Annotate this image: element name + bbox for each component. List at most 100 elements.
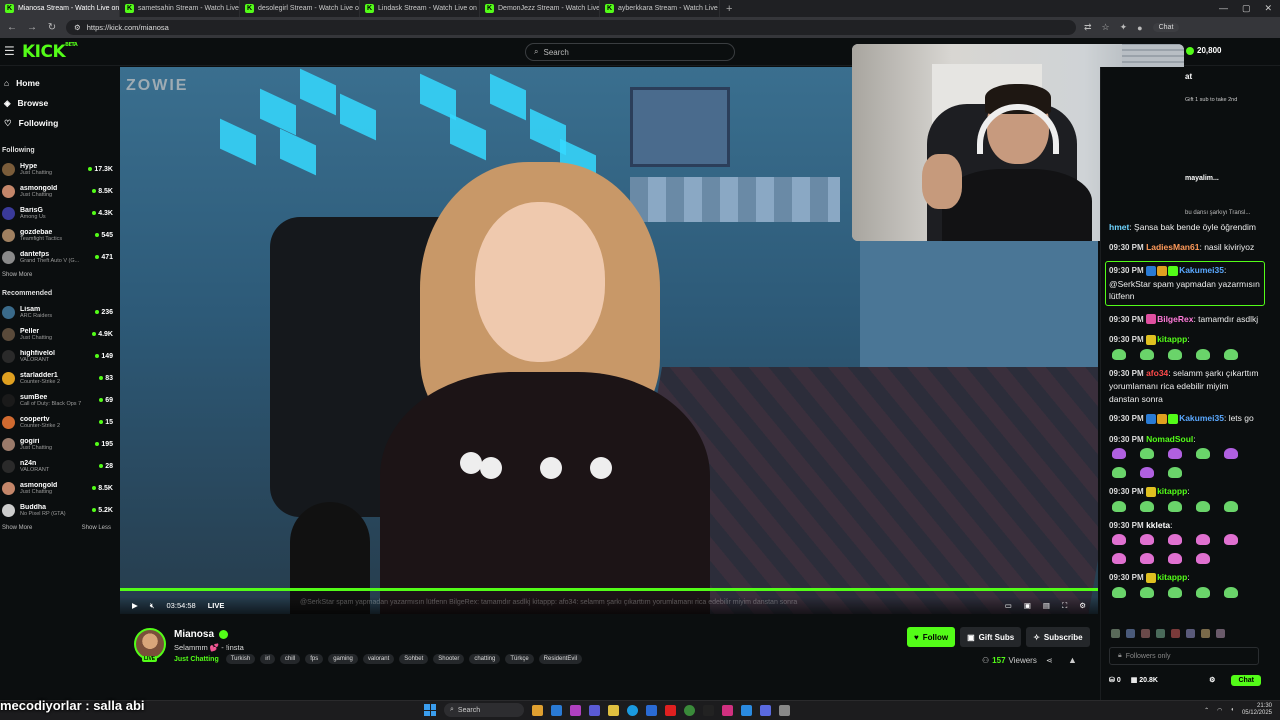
nav-following[interactable]: ♡ Following — [0, 113, 117, 133]
pip-icon[interactable]: ▣ — [1024, 601, 1031, 611]
bookmark-star-icon[interactable]: ☆ — [1102, 22, 1110, 33]
chat-message[interactable]: 09:30 PM kitappp: — [1109, 571, 1261, 598]
clip-icon[interactable]: ▤ — [1043, 601, 1050, 611]
close-icon[interactable]: ✕ — [1264, 3, 1272, 14]
sidebar-channel[interactable]: asmongold Just Chatting 8.5K — [0, 180, 117, 202]
folder-icon[interactable] — [608, 704, 619, 716]
stream-tag[interactable]: valorant — [362, 654, 395, 664]
sidebar-channel[interactable]: Buddha No Pixel RP (GTA) 5.2K — [0, 499, 117, 521]
stream-tag[interactable]: Türkçe — [505, 654, 534, 664]
sidebar-channel[interactable]: Peller Just Chatting 4.9K — [0, 323, 117, 345]
emote-icon[interactable] — [1126, 629, 1135, 638]
sidebar-channel[interactable]: gozdebae Teamfight Tactics 545 — [0, 224, 117, 246]
chat-message[interactable]: 09:30 PM LadiesMan61: nasil kiviriyoz — [1109, 241, 1261, 255]
chat-message[interactable]: 09:30 PM NomadSoul: — [1109, 433, 1261, 478]
browser-tab[interactable]: Kdesolegirl Stream - Watch Live o× — [240, 0, 360, 17]
stream-tag[interactable]: Sohbet — [399, 654, 429, 664]
start-icon[interactable] — [424, 704, 436, 716]
browser-tab[interactable]: Kayberkkara Stream - Watch Live o× — [600, 0, 720, 17]
stream-tag[interactable]: Shooter — [433, 654, 465, 664]
chat-message[interactable]: 09:30 PM Kakumei35: @SerkStar spam yapma… — [1105, 261, 1265, 306]
chat-username[interactable]: kitappp — [1157, 334, 1187, 344]
show-more-recommended[interactable]: Show More — [2, 525, 32, 531]
pinned-message[interactable]: mayalim... — [1185, 175, 1219, 182]
fullscreen-icon[interactable]: ⛶ — [1062, 601, 1067, 611]
sidebar-channel[interactable]: dantefps Grand Theft Auto V (G... 471 — [0, 246, 117, 268]
translate-icon[interactable]: ⇄ — [1084, 22, 1092, 33]
sidebar-channel[interactable]: starladder1 Counter-Strike 2 83 — [0, 367, 117, 389]
volume-icon[interactable]: 🔇︎ — [150, 601, 155, 611]
stream-tag[interactable]: irl — [260, 654, 275, 664]
stream-tag[interactable]: gaming — [328, 654, 358, 664]
points-display[interactable]: 20,800 — [1186, 46, 1221, 55]
forward-icon[interactable]: → — [26, 22, 38, 33]
video-progress-bar[interactable] — [120, 588, 1098, 591]
sidebar-channel[interactable]: coopertv Counter-Strike 2 15 — [0, 411, 117, 433]
report-icon[interactable]: ▲ — [1068, 655, 1077, 665]
sidebar-channel[interactable]: gogiri Just Chatting 195 — [0, 433, 117, 455]
chrome-icon[interactable] — [684, 704, 695, 716]
follow-button[interactable]: ♥ Follow — [907, 627, 956, 647]
chat-message[interactable]: 09:30 PM kkleta: — [1109, 519, 1261, 564]
browser-tab[interactable]: KLindask Stream - Watch Live on K× — [360, 0, 480, 17]
emote-icon[interactable] — [1201, 629, 1210, 638]
chat-username[interactable]: kitappp — [1157, 486, 1187, 496]
chat-message[interactable]: 09:30 PM BilgeRex: tamamdır asdlkj — [1109, 313, 1261, 327]
chat-message[interactable]: 09:30 PM afo34: selamm şarkı çıkarttım y… — [1109, 367, 1261, 406]
discord-icon[interactable] — [760, 704, 771, 716]
chat-username[interactable]: LadiesMan61 — [1146, 242, 1199, 252]
sidebar-channel[interactable]: asmongold Just Chatting 8.5K — [0, 477, 117, 499]
chevron-up-icon[interactable]: ⌃ — [1204, 707, 1209, 714]
app-icon[interactable] — [741, 704, 752, 716]
url-field[interactable]: ⚙ https://kick.com/mianosa — [66, 20, 1076, 35]
emote-icon[interactable] — [1171, 629, 1180, 638]
maximize-icon[interactable]: ▢ — [1242, 3, 1251, 14]
emote-icon[interactable] — [1186, 629, 1195, 638]
youtube-icon[interactable] — [665, 704, 676, 716]
chat-username[interactable]: hmet — [1109, 222, 1129, 232]
chat-username[interactable]: BilgeRex — [1157, 314, 1193, 324]
emote-icon[interactable] — [1141, 629, 1150, 638]
wifi-icon[interactable]: ◠ — [1217, 707, 1222, 714]
settings-icon[interactable]: ⚙ — [1079, 601, 1086, 611]
chat-settings-icon[interactable]: ⚙ — [1209, 676, 1215, 684]
streamer-name[interactable]: Mianosa — [174, 629, 214, 640]
chat-username[interactable]: Kakumei35 — [1179, 413, 1224, 423]
chat-input[interactable]: 🔒︎ Followers only — [1109, 647, 1259, 665]
chat-username[interactable]: afo34 — [1146, 368, 1168, 378]
category-link[interactable]: Just Chatting — [174, 656, 219, 663]
kick-logo[interactable]: KICKBETA — [22, 42, 78, 62]
nav-home[interactable]: ⌂ Home — [0, 73, 117, 93]
sidebar-channel[interactable]: Lisam ARC Raiders 236 — [0, 301, 117, 323]
browser-tab[interactable]: KMianosa Stream - Watch Live on× — [0, 0, 120, 17]
site-info-icon[interactable]: ⚙ — [74, 23, 81, 32]
share-icon[interactable]: ⋖ — [1046, 656, 1053, 665]
emote-icon[interactable] — [1156, 629, 1165, 638]
instagram-icon[interactable] — [722, 704, 733, 716]
theater-icon[interactable]: ▭ — [1005, 601, 1012, 611]
back-icon[interactable]: ← — [6, 22, 18, 33]
sub-count[interactable]: ▦ 20.8K — [1131, 676, 1158, 684]
extensions-icon[interactable]: ✦ — [1120, 22, 1128, 33]
stream-tag[interactable]: ResidentEvil — [538, 654, 583, 664]
new-tab-icon[interactable]: + — [720, 3, 738, 15]
emote-icon[interactable] — [1111, 629, 1120, 638]
gift-subs-button[interactable]: ▣ Gift Subs — [960, 627, 1022, 647]
nav-browse[interactable]: ◈ Browse — [0, 93, 117, 113]
gift-leaderboard-text[interactable]: Gift 1 sub to take 2nd — [1185, 97, 1265, 103]
profile-icon[interactable]: ● — [1137, 23, 1142, 33]
edge-icon[interactable] — [627, 704, 638, 716]
chat-username[interactable]: Kakumei35 — [1179, 265, 1224, 275]
stream-tag[interactable]: fps — [305, 654, 324, 664]
app-icon[interactable] — [589, 704, 600, 716]
minimize-icon[interactable]: — — [1219, 3, 1228, 14]
app-icon[interactable] — [646, 704, 657, 716]
app-icon[interactable] — [551, 704, 562, 716]
taskbar-search[interactable]: ⌕ Search — [444, 703, 524, 717]
sidebar-channel[interactable]: BarisG Among Us 4.3K — [0, 202, 117, 224]
sidebar-channel[interactable]: highfivelol VALORANT 149 — [0, 345, 117, 367]
browser-tab[interactable]: KDemonJezz Stream - Watch Live o× — [480, 0, 600, 17]
sidebar-channel[interactable]: n24n VALORANT 28 — [0, 455, 117, 477]
app-icon[interactable] — [570, 704, 581, 716]
stream-tag[interactable]: chatting — [469, 654, 501, 664]
